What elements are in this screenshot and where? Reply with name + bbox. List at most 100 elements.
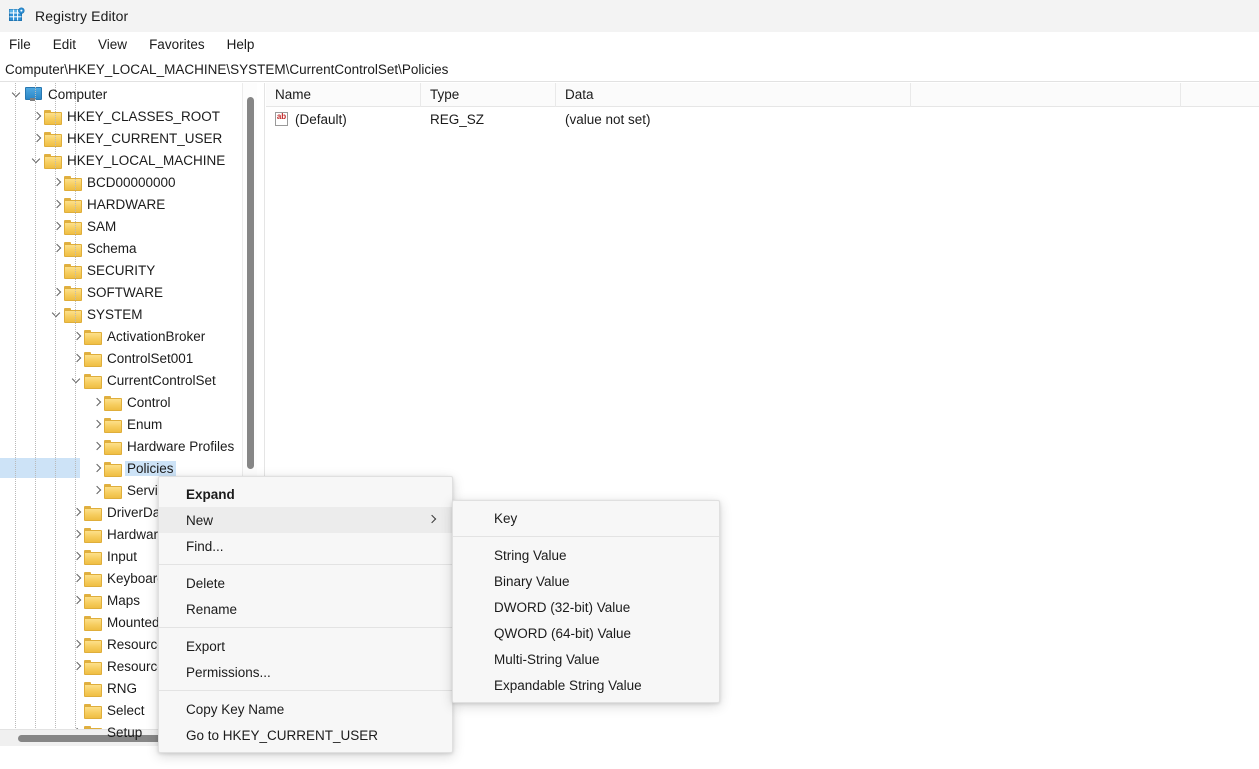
chevron-right-icon[interactable] [68, 633, 84, 655]
tree-item-sam[interactable]: SAM [0, 215, 255, 237]
chevron-right-icon[interactable] [68, 567, 84, 589]
folder-icon [104, 461, 121, 475]
chevron-right-icon[interactable] [68, 523, 84, 545]
context-menu-item-permissions[interactable]: Permissions... [159, 659, 452, 685]
chevron-right-icon[interactable] [48, 215, 64, 237]
menu-help[interactable]: Help [216, 35, 266, 55]
column-header-name[interactable]: Name [266, 83, 421, 107]
menu-edit[interactable]: Edit [42, 35, 87, 55]
chevron-right-icon[interactable] [68, 545, 84, 567]
context-menu-item-expand[interactable]: Expand [159, 481, 452, 507]
chevron-down-icon[interactable] [68, 369, 84, 391]
tree-item-label: Select [107, 703, 145, 718]
menu-favorites[interactable]: Favorites [138, 35, 216, 55]
context-menu-separator [159, 564, 452, 565]
tree-item-activationbroker[interactable]: ActivationBroker [0, 325, 255, 347]
tree-item-system[interactable]: SYSTEM [0, 303, 255, 325]
tree-leaf-spacer [48, 259, 64, 281]
tree-item-software[interactable]: SOFTWARE [0, 281, 255, 303]
column-header-label: Data [565, 87, 594, 102]
new-submenu-item-qword-64-bit-value[interactable]: QWORD (64-bit) Value [453, 620, 719, 646]
menu-view[interactable]: View [87, 35, 138, 55]
tree-item-label: SOFTWARE [87, 285, 163, 300]
new-submenu-item-multi-string-value[interactable]: Multi-String Value [453, 646, 719, 672]
chevron-right-icon[interactable] [68, 325, 84, 347]
tree-item-hardware-profiles[interactable]: Hardware Profiles [0, 435, 255, 457]
chevron-right-icon[interactable] [88, 391, 104, 413]
chevron-right-icon[interactable] [68, 347, 84, 369]
new-submenu-item-dword-32-bit-value[interactable]: DWORD (32-bit) Value [453, 594, 719, 620]
folder-icon [84, 505, 101, 519]
tree-item-control[interactable]: Control [0, 391, 255, 413]
context-menu-item-export[interactable]: Export [159, 633, 452, 659]
column-header-type[interactable]: Type [421, 83, 556, 107]
chevron-right-icon[interactable] [28, 127, 44, 149]
tree-item-schema[interactable]: Schema [0, 237, 255, 259]
chevron-right-icon[interactable] [48, 171, 64, 193]
context-menu-item-find[interactable]: Find... [159, 533, 452, 559]
context-menu-item-label: Copy Key Name [186, 702, 284, 717]
tree-item-hkey-local-machine[interactable]: HKEY_LOCAL_MACHINE [0, 149, 255, 171]
computer-icon [24, 87, 42, 102]
string-value-icon: ab [275, 112, 290, 127]
folder-icon [84, 615, 101, 629]
tree-item-hkey-current-user[interactable]: HKEY_CURRENT_USER [0, 127, 255, 149]
folder-icon [104, 417, 121, 431]
new-submenu-item-key[interactable]: Key [453, 505, 719, 531]
tree-leaf-spacer [68, 677, 84, 699]
chevron-right-icon[interactable] [88, 413, 104, 435]
folder-icon [84, 681, 101, 695]
tree-item-label: RNG [107, 681, 137, 696]
tree-item-label: ActivationBroker [107, 329, 205, 344]
new-submenu-item-string-value[interactable]: String Value [453, 542, 719, 568]
tree-guide-line [75, 83, 76, 743]
chevron-right-icon[interactable] [88, 479, 104, 501]
chevron-right-icon[interactable] [88, 457, 104, 479]
tree-vertical-scrollbar-thumb[interactable] [247, 97, 254, 469]
context-menu-item-go-to-hkey-current-user[interactable]: Go to HKEY_CURRENT_USER [159, 722, 452, 748]
chevron-right-icon[interactable] [28, 105, 44, 127]
folder-icon [64, 307, 81, 321]
value-row[interactable]: ab(Default)REG_SZ(value not set) [266, 107, 1259, 131]
chevron-down-icon[interactable] [28, 149, 44, 171]
tree-guide-line [35, 83, 36, 743]
context-menu-item-delete[interactable]: Delete [159, 570, 452, 596]
chevron-right-icon[interactable] [68, 655, 84, 677]
tree-item-security[interactable]: SECURITY [0, 259, 255, 281]
new-submenu[interactable]: Key String ValueBinary Value DWORD (32-bit… [452, 500, 720, 703]
new-submenu-item-expandable-string-value[interactable]: Expandable String Value [453, 672, 719, 698]
chevron-down-icon[interactable] [8, 83, 24, 105]
folder-icon [44, 131, 61, 145]
tree-guide-line [55, 83, 56, 743]
context-menu-item-rename[interactable]: Rename [159, 596, 452, 622]
chevron-down-icon[interactable] [48, 303, 64, 325]
tree-item-hkey-classes-root[interactable]: HKEY_CLASSES_ROOT [0, 105, 255, 127]
address-bar[interactable]: Computer\HKEY_LOCAL_MACHINE\SYSTEM\Curre… [0, 57, 1259, 82]
chevron-right-icon[interactable] [48, 193, 64, 215]
chevron-right-icon[interactable] [48, 237, 64, 259]
chevron-right-icon[interactable] [48, 281, 64, 303]
tree-item-bcd00000000[interactable]: BCD00000000 [0, 171, 255, 193]
context-menu-item-label: Rename [186, 602, 237, 617]
column-header-filler [911, 83, 1181, 107]
context-menu-item-label: New [186, 513, 213, 528]
column-header-label: Type [430, 87, 459, 102]
tree-item-label: HKEY_CLASSES_ROOT [67, 109, 220, 124]
menu-file[interactable]: File [0, 35, 42, 55]
tree-item-currentcontrolset[interactable]: CurrentControlSet [0, 369, 255, 391]
context-menu-item-new[interactable]: New [159, 507, 452, 533]
chevron-right-icon[interactable] [88, 435, 104, 457]
context-menu-item-copy-key-name[interactable]: Copy Key Name [159, 696, 452, 722]
tree-item-computer[interactable]: Computer [0, 83, 255, 105]
column-header-data[interactable]: Data [556, 83, 911, 107]
new-submenu-item-label: DWORD (32-bit) Value [494, 600, 630, 615]
context-menu[interactable]: Expand New Find... Delete Rename ExportPermis… [158, 476, 453, 753]
folder-icon [104, 395, 121, 409]
tree-item-enum[interactable]: Enum [0, 413, 255, 435]
chevron-right-icon[interactable] [68, 589, 84, 611]
chevron-right-icon[interactable] [68, 501, 84, 523]
new-submenu-item-binary-value[interactable]: Binary Value [453, 568, 719, 594]
tree-item-label: Input [107, 549, 137, 564]
tree-item-hardware[interactable]: HARDWARE [0, 193, 255, 215]
tree-item-controlset001[interactable]: ControlSet001 [0, 347, 255, 369]
